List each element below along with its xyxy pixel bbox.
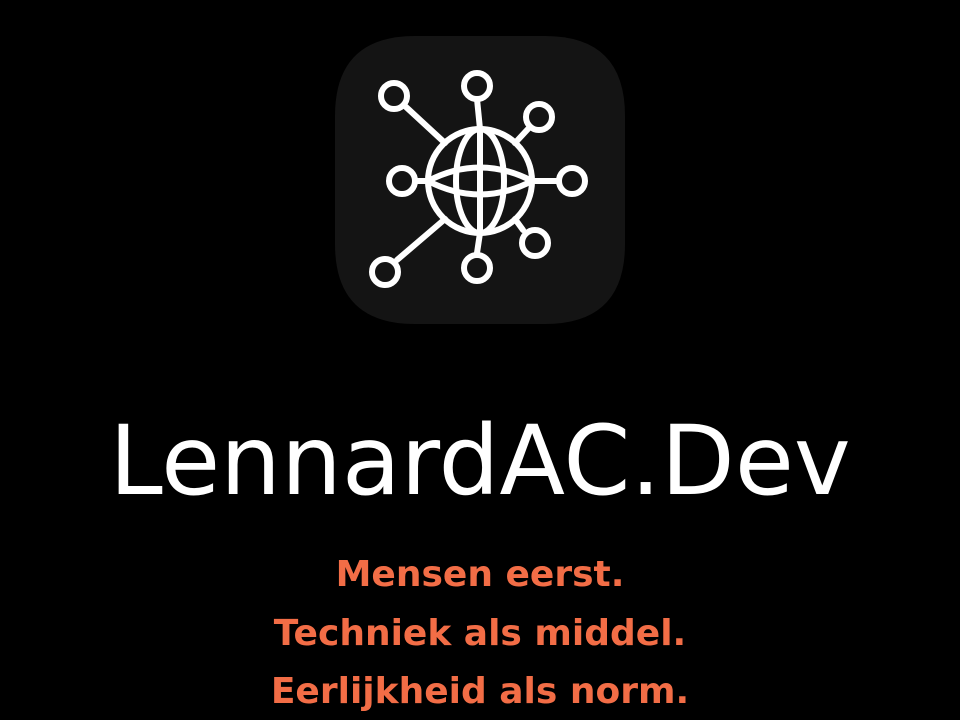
network-globe-icon — [335, 36, 625, 324]
logo — [335, 36, 625, 324]
tagline-people-first: Mensen eerst. — [335, 554, 625, 595]
tagline-honesty-norm: Eerlijkheid als norm. — [270, 671, 690, 712]
landing-page: LennardAC.Dev Mensen eerst. Techniek als… — [0, 0, 960, 720]
brand-title: LennardAC.Dev — [109, 405, 851, 517]
tagline-tech-as-means: Techniek als middel. — [273, 613, 687, 654]
